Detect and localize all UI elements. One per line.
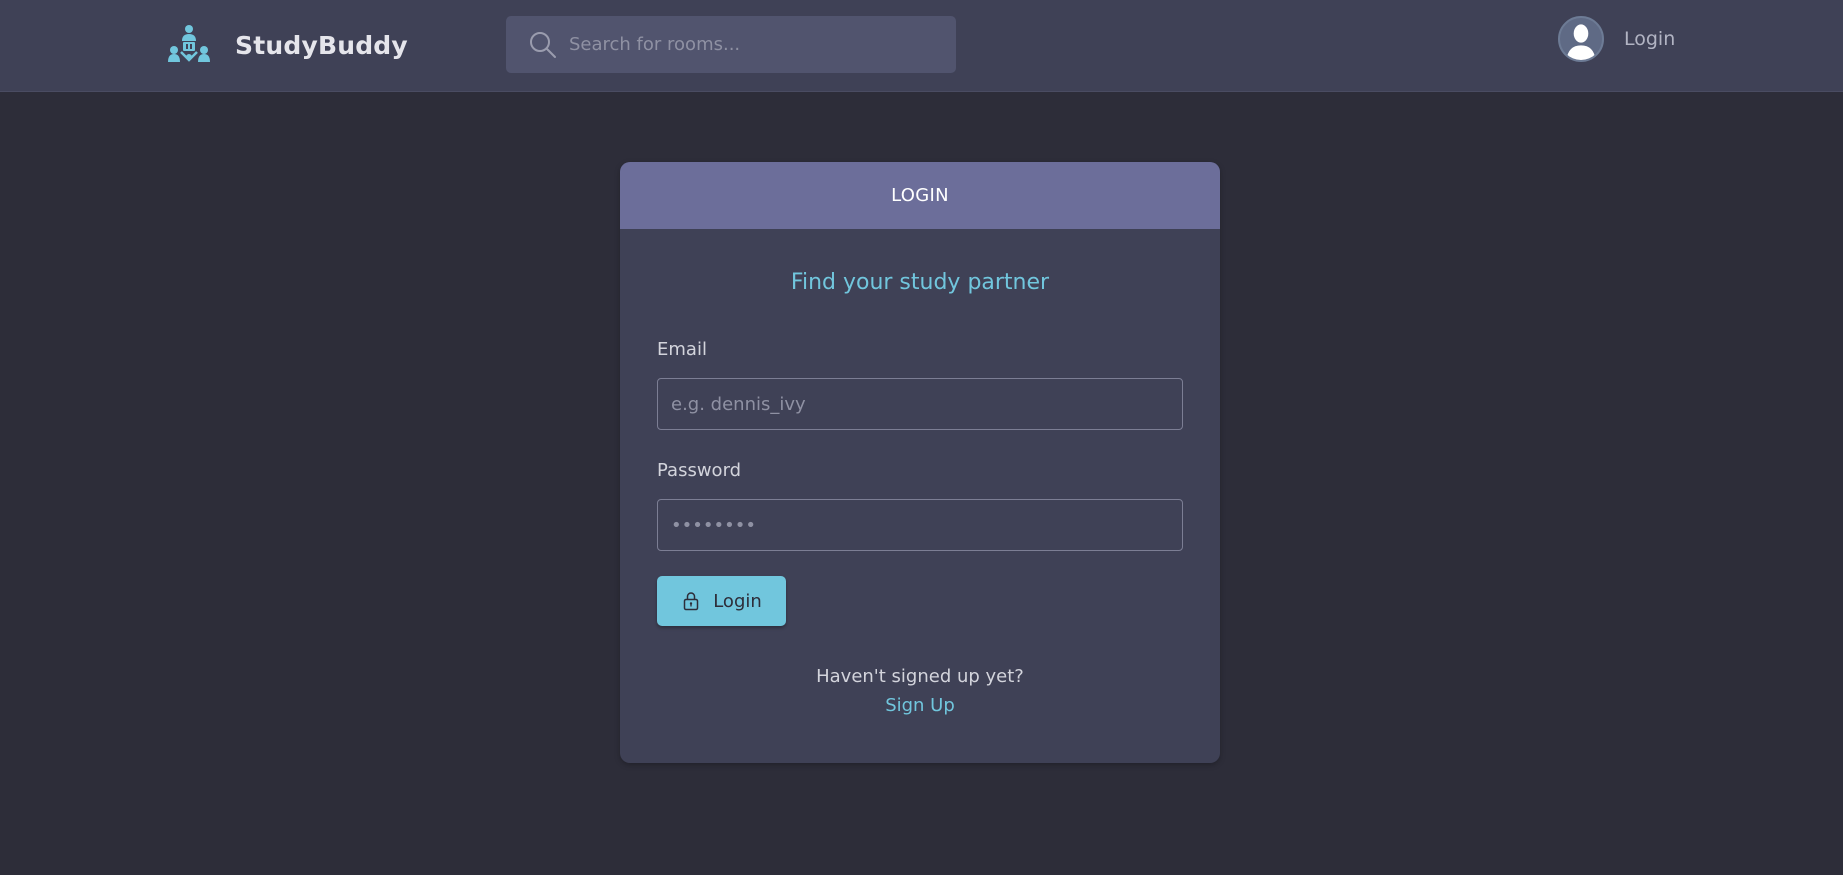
- login-card: LOGIN Find your study partner Email Pass…: [620, 162, 1220, 763]
- password-label: Password: [657, 460, 742, 481]
- email-label: Email: [657, 339, 707, 360]
- signup-section: Haven't signed up yet? Sign Up: [657, 666, 1183, 716]
- studybuddy-logo-icon: [168, 25, 210, 62]
- brand-name: StudyBuddy: [235, 30, 408, 60]
- password-field[interactable]: [657, 499, 1183, 551]
- login-button[interactable]: Login: [657, 576, 786, 626]
- login-card-title: LOGIN: [891, 185, 949, 206]
- login-button-label: Login: [713, 590, 762, 612]
- login-card-header: LOGIN: [620, 162, 1220, 229]
- login-tagline: Find your study partner: [790, 270, 1050, 295]
- search-icon: [530, 31, 556, 58]
- room-search-bar[interactable]: [506, 16, 956, 73]
- brand-logo-link[interactable]: StudyBuddy: [168, 24, 408, 66]
- login-form: Find your study partner Email Password L…: [620, 270, 1220, 716]
- signup-prompt: Haven't signed up yet?: [816, 666, 1024, 687]
- header-login-link[interactable]: Login: [1624, 28, 1675, 50]
- account-menu[interactable]: Login: [1558, 16, 1675, 62]
- signup-link[interactable]: Sign Up: [885, 695, 955, 716]
- email-field[interactable]: [657, 378, 1183, 430]
- top-navbar: StudyBuddy Login: [0, 0, 1843, 92]
- search-input[interactable]: [569, 16, 956, 73]
- avatar-icon: [1566, 24, 1596, 60]
- avatar[interactable]: [1558, 16, 1604, 62]
- lock-icon: [683, 592, 699, 611]
